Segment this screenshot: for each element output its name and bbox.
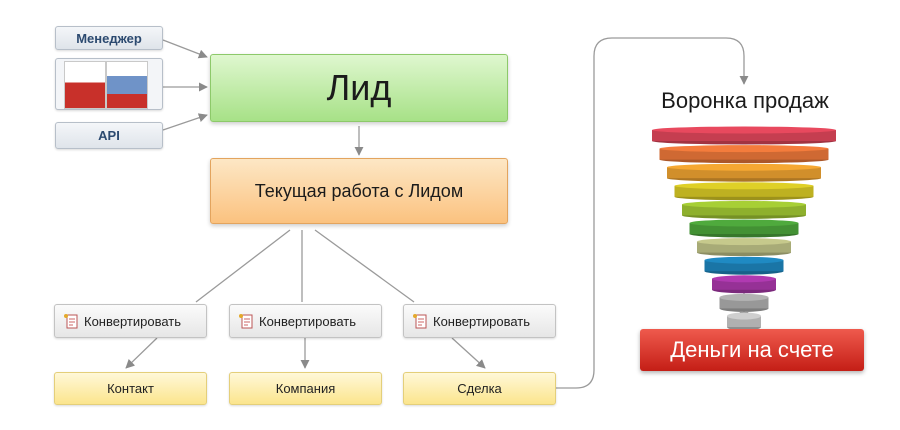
funnel-stage [697,238,791,257]
money-label: Деньги на счете [670,337,834,362]
funnel-stage [652,126,836,145]
funnel-stage [689,219,799,238]
funnel-stage [719,293,769,312]
funnel-stage [712,275,776,294]
funnel-stage [727,312,761,331]
funnel-stage [682,200,806,219]
money-box[interactable]: Деньги на счете [640,329,864,371]
funnel-stage [674,182,814,201]
funnel-stage [667,163,821,182]
funnel-stage [659,145,829,164]
funnel-stage [704,256,784,275]
